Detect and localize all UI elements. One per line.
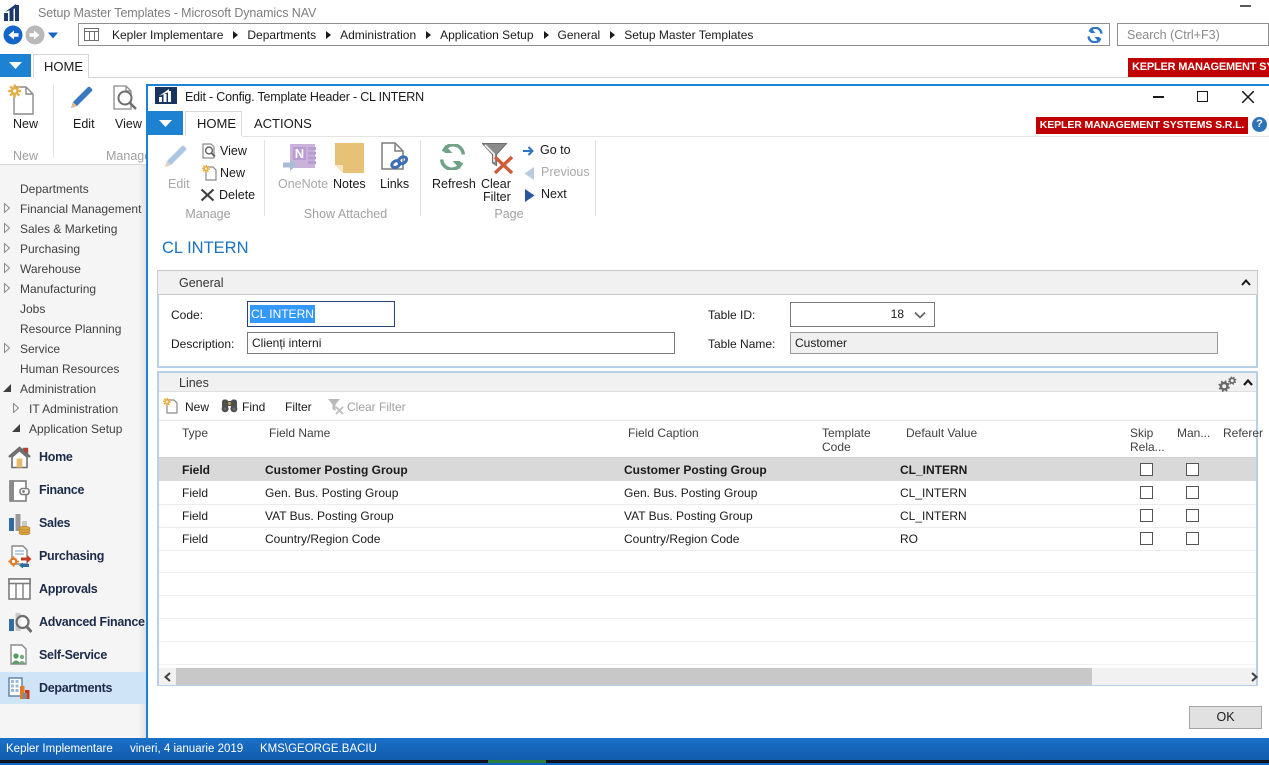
svg-text:N: N bbox=[295, 146, 304, 161]
